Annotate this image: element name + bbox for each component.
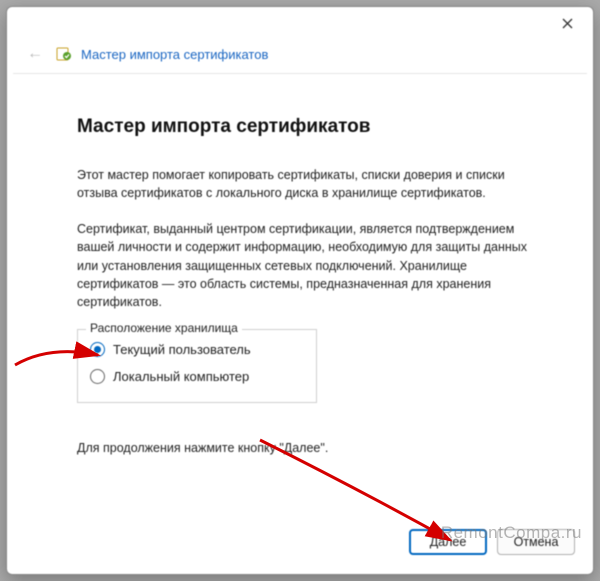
certificate-wizard-icon bbox=[55, 45, 73, 63]
wizard-header: ← Мастер импорта сертификатов bbox=[7, 39, 593, 73]
radio-icon bbox=[90, 369, 105, 384]
store-location-legend: Расположение хранилища bbox=[86, 321, 242, 335]
page-heading: Мастер импорта сертификатов bbox=[77, 116, 533, 138]
radio-icon bbox=[90, 342, 105, 357]
close-button[interactable] bbox=[549, 9, 585, 37]
store-location-fieldset: Расположение хранилища Текущий пользоват… bbox=[77, 329, 317, 403]
explain-text: Сертификат, выданный центром сертификаци… bbox=[77, 220, 533, 311]
wizard-window: ← Мастер импорта сертификатов Мастер имп… bbox=[6, 6, 594, 575]
radio-local-machine[interactable]: Локальный компьютер bbox=[88, 363, 306, 390]
continue-hint: Для продолжения нажмите кнопку "Далее". bbox=[77, 439, 533, 457]
radio-label: Локальный компьютер bbox=[113, 369, 249, 384]
titlebar bbox=[7, 7, 593, 39]
cancel-button[interactable]: Отмена bbox=[497, 529, 575, 555]
radio-current-user[interactable]: Текущий пользователь bbox=[88, 336, 306, 363]
radio-label: Текущий пользователь bbox=[113, 342, 251, 357]
close-icon bbox=[562, 18, 573, 29]
next-button[interactable]: Далее bbox=[409, 529, 487, 555]
back-arrow: ← bbox=[27, 45, 43, 63]
wizard-footer: Далее Отмена bbox=[7, 520, 593, 574]
wizard-header-title: Мастер импорта сертификатов bbox=[81, 47, 268, 62]
wizard-body: Мастер импорта сертификатов Этот мастер … bbox=[7, 74, 593, 520]
intro-text: Этот мастер помогает копировать сертифик… bbox=[77, 166, 533, 202]
